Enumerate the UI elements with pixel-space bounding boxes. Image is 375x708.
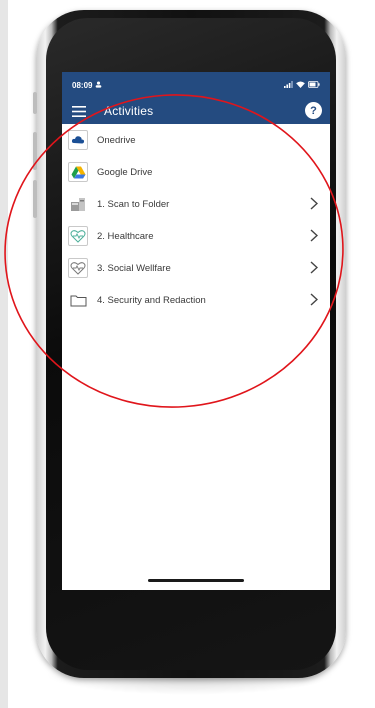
volume-down-button [33, 180, 37, 218]
home-indicator [148, 579, 244, 582]
list-item-social-welfare[interactable]: 3. Social Wellfare [62, 252, 330, 284]
chevron-right-icon [310, 197, 318, 210]
item-label: Google Drive [97, 166, 153, 178]
chevron-right-icon [310, 229, 318, 242]
item-label: Onedrive [97, 134, 136, 146]
status-bar: 08:09 [62, 72, 330, 98]
page-title: Activities [104, 104, 154, 118]
onedrive-icon [68, 130, 88, 150]
list-item-security-and-redaction[interactable]: 4. Security and Redaction [62, 284, 330, 316]
list-item-scan-to-folder[interactable]: 1. Scan to Folder [62, 188, 330, 220]
folder-icon [68, 290, 88, 310]
help-icon[interactable]: ? [305, 102, 322, 119]
mute-switch [33, 92, 37, 114]
battery-icon [308, 80, 320, 90]
chevron-right-icon [310, 293, 318, 306]
scanner-icon [68, 194, 88, 214]
list-item-onedrive[interactable]: Onedrive [62, 124, 330, 156]
backdrop-strip [0, 0, 8, 708]
status-time: 08:09 [72, 80, 93, 90]
list-item-google-drive[interactable]: Google Drive [62, 156, 330, 188]
activities-list: Onedrive Google Drive 1. Scan to Folder … [62, 124, 330, 316]
google-drive-icon [68, 162, 88, 182]
account-icon [95, 81, 102, 90]
signal-icon [284, 80, 293, 90]
volume-up-button [33, 132, 37, 170]
wifi-icon [296, 80, 305, 90]
chevron-right-icon [310, 261, 318, 274]
app-bar: Activities ? [62, 98, 330, 124]
healthcare-icon [68, 226, 88, 246]
phone-screen: 08:09 Activities ? Onedrive Google Drive… [62, 72, 330, 590]
item-label: 3. Social Wellfare [97, 262, 171, 274]
item-label: 2. Healthcare [97, 230, 154, 242]
hamburger-menu-icon[interactable] [70, 102, 88, 120]
social-welfare-icon [68, 258, 88, 278]
list-item-healthcare[interactable]: 2. Healthcare [62, 220, 330, 252]
item-label: 4. Security and Redaction [97, 294, 206, 306]
item-label: 1. Scan to Folder [97, 198, 170, 210]
